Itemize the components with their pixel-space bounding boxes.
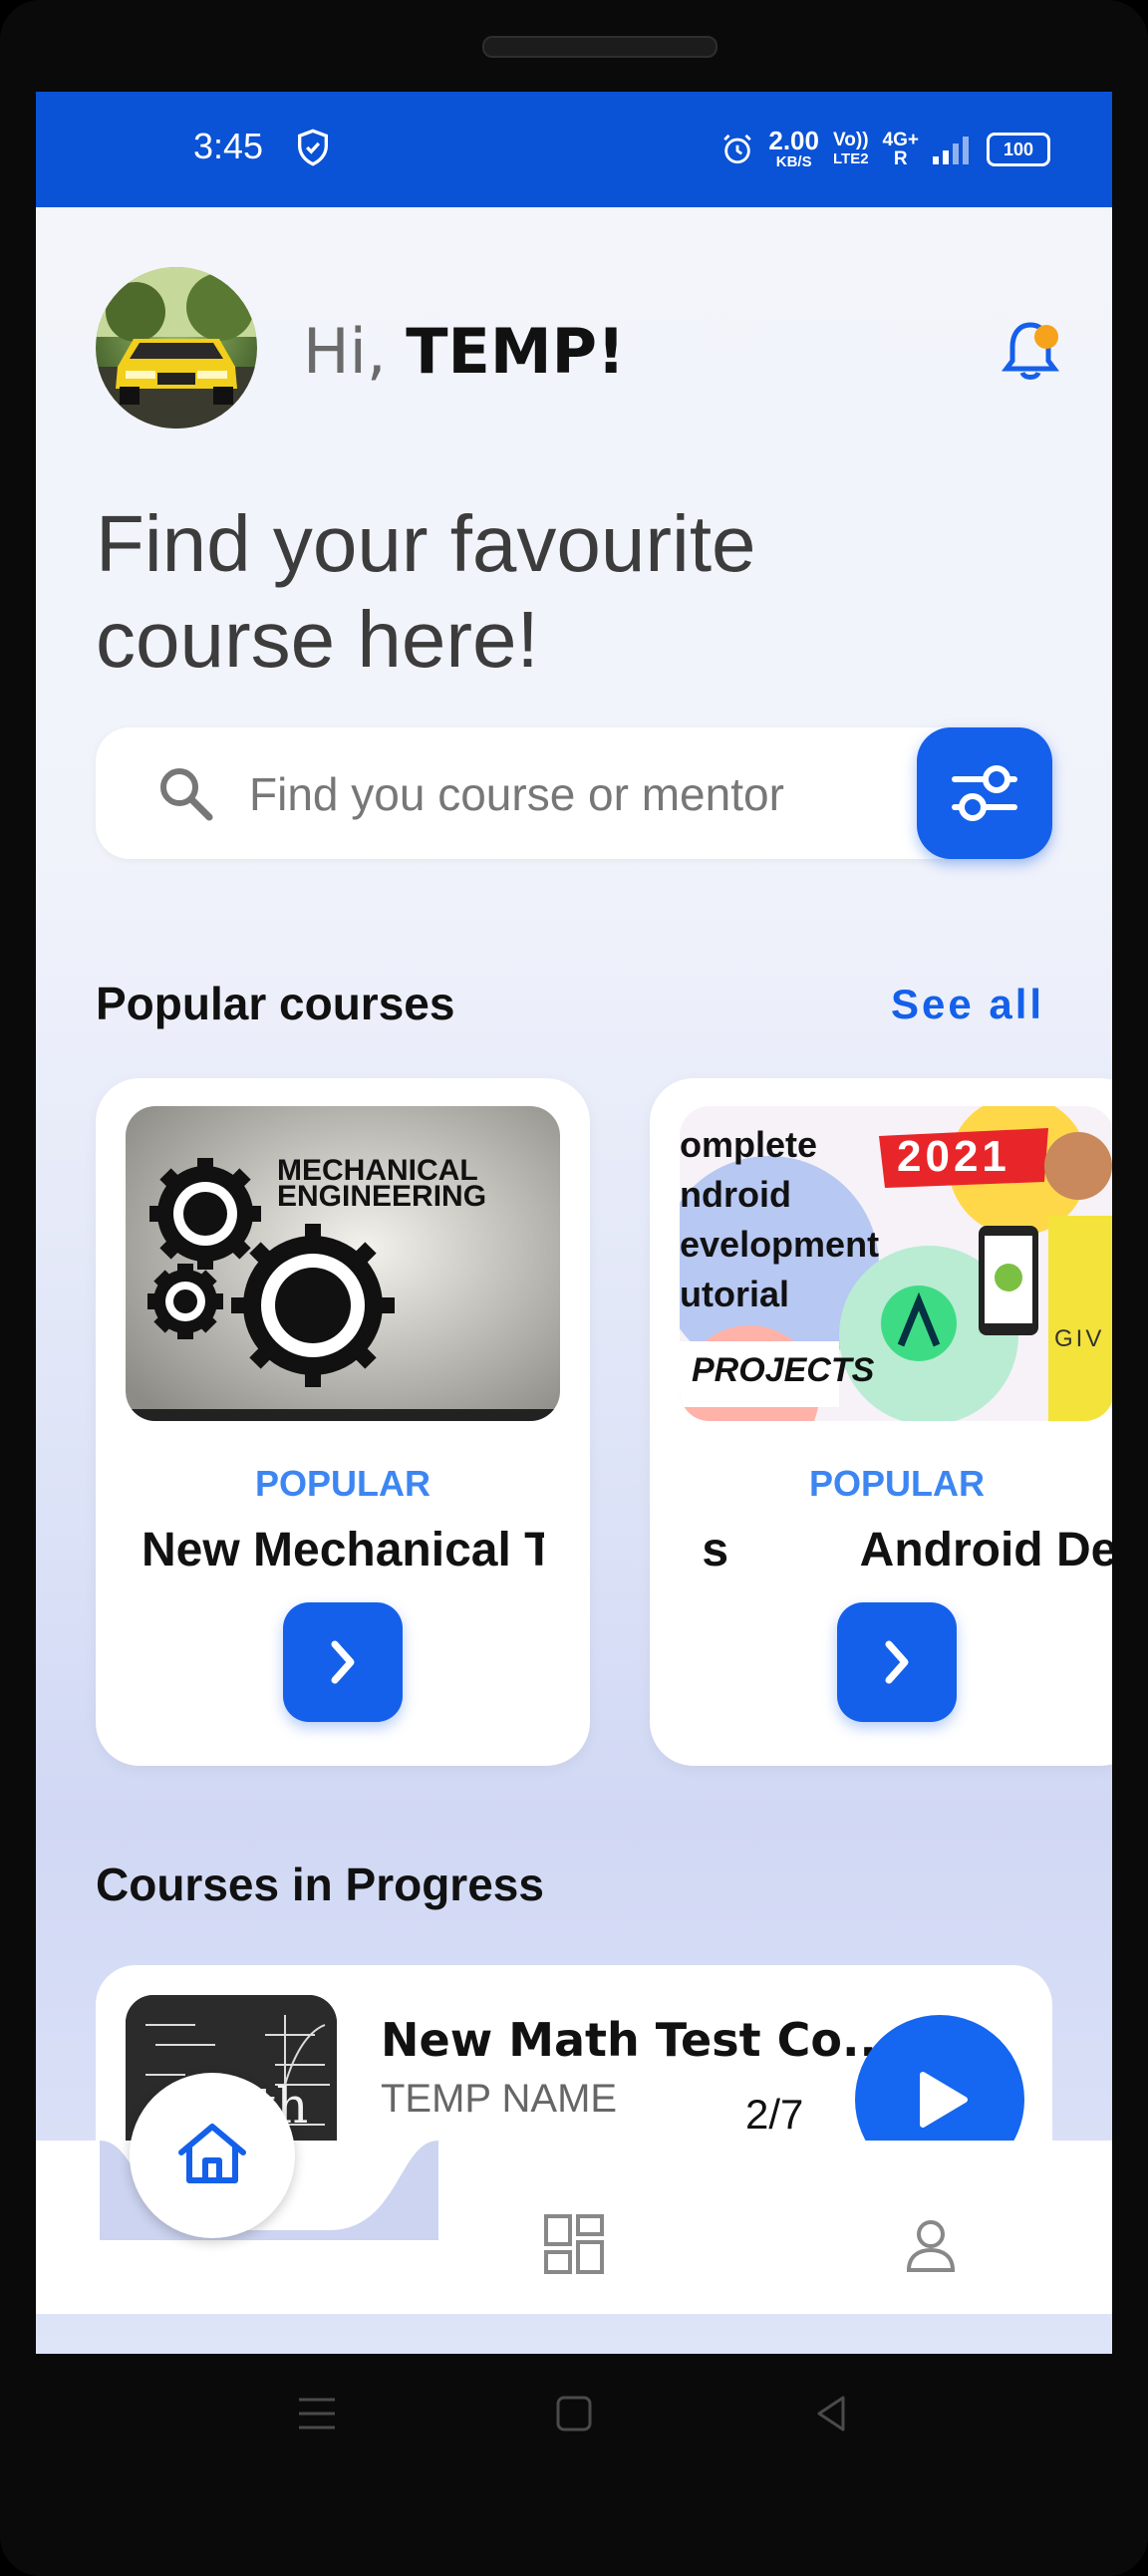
speed-value: 2.00 — [768, 125, 819, 155]
course-title: s Android Dev — [702, 1524, 1112, 1576]
speaker-grille — [482, 36, 718, 58]
thumbnail-line: evelopment — [680, 1224, 880, 1265]
system-back-icon[interactable] — [811, 2392, 851, 2435]
alarm-icon — [723, 134, 752, 164]
user-name: TEMP! — [406, 315, 626, 388]
battery-indicator: 100 — [987, 133, 1050, 166]
progress-lesson-count: 2/7 — [745, 2091, 804, 2138]
volte-bottom: LTE2 — [832, 150, 869, 167]
progress-course-title: New Math Test Co... — [381, 2013, 895, 2067]
thumbnail-tag: PROJECTS — [692, 1351, 875, 1389]
volte-indicator: Vo)) LTE2 — [833, 131, 869, 168]
page-title: Find your favourite course here! — [96, 496, 993, 688]
network-speed: 2.00 KB/S — [768, 125, 819, 171]
open-course-button[interactable] — [283, 1602, 403, 1722]
avatar[interactable] — [96, 267, 257, 429]
shield-check-icon — [298, 129, 328, 166]
phone-frame: 3:45 2.00 KB/S Vo)) LTE2 4G+ R 100 Hi, T… — [0, 0, 1148, 2576]
course-card[interactable]: MECHANICAL ENGINEERING POPULAR New Mecha… — [96, 1078, 590, 1766]
nav-profile-icon[interactable] — [901, 2214, 961, 2274]
courses-in-progress-title: Courses in Progress — [96, 1859, 544, 1910]
status-indicators: 2.00 KB/S Vo)) LTE2 4G+ R 100 — [720, 122, 1050, 177]
course-thumbnail: MECHANICAL ENGINEERING — [126, 1106, 560, 1421]
system-menu-icon[interactable] — [295, 2392, 339, 2435]
chevron-right-icon — [331, 1640, 355, 1684]
page-title-line2: course here! — [96, 595, 539, 684]
filter-button[interactable] — [917, 727, 1052, 859]
status-time: 3:45 — [193, 126, 264, 166]
popular-badge: POPULAR — [808, 1463, 985, 1504]
volte-top: Vo)) — [833, 130, 869, 150]
home-icon — [178, 2124, 246, 2183]
speed-unit: KB/S — [775, 152, 812, 170]
thumbnail-text-line2: ENGINEERING — [277, 1180, 487, 1213]
nav-dashboard-icon[interactable] — [542, 2212, 606, 2276]
nav-home-button[interactable] — [130, 2073, 295, 2238]
popular-badge: POPULAR — [254, 1463, 430, 1504]
network-bottom: R — [893, 148, 908, 169]
car-avatar-image — [96, 267, 257, 429]
page-title-line1: Find your favourite — [96, 499, 756, 588]
course-thumbnail: omplete ndroid evelopment utorial 2021 P… — [680, 1106, 1112, 1421]
home-content: Hi, TEMP! Find your favourite course her… — [36, 207, 1112, 2354]
greeting: Hi, TEMP! — [303, 315, 625, 388]
system-home-icon[interactable] — [554, 2392, 594, 2435]
notification-bell-icon[interactable] — [1001, 317, 1060, 387]
popular-courses-title: Popular courses — [96, 978, 455, 1029]
status-bar: 3:45 2.00 KB/S Vo)) LTE2 4G+ R 100 — [36, 92, 1112, 207]
greeting-prefix: Hi, — [303, 315, 407, 388]
open-course-button[interactable] — [837, 1602, 957, 1722]
thumbnail-year: 2021 — [897, 1132, 1010, 1181]
search-bar — [96, 727, 1052, 859]
course-card[interactable]: omplete ndroid evelopment utorial 2021 P… — [650, 1078, 1112, 1766]
thumbnail-line: omplete — [680, 1124, 818, 1165]
search-input[interactable] — [247, 763, 889, 825]
sliders-icon — [952, 765, 1017, 821]
thumbnail-text-block: omplete ndroid evelopment utorial — [680, 1120, 879, 1319]
app-screen: 3:45 2.00 KB/S Vo)) LTE2 4G+ R 100 Hi, T… — [36, 92, 1112, 2354]
chevron-right-icon — [885, 1640, 909, 1684]
course-title: New Mechanical T — [142, 1524, 544, 1576]
search-icon — [160, 768, 213, 821]
see-all-link[interactable]: See all — [891, 981, 1044, 1028]
signal-icon — [933, 137, 969, 164]
thumbnail-line: utorial — [680, 1274, 790, 1314]
thumbnail-shirt-text: GIV — [1054, 1325, 1105, 1352]
network-top: 4G+ — [882, 130, 919, 150]
thumbnail-line: ndroid — [680, 1174, 791, 1215]
network-type: 4G+ R — [883, 131, 919, 168]
